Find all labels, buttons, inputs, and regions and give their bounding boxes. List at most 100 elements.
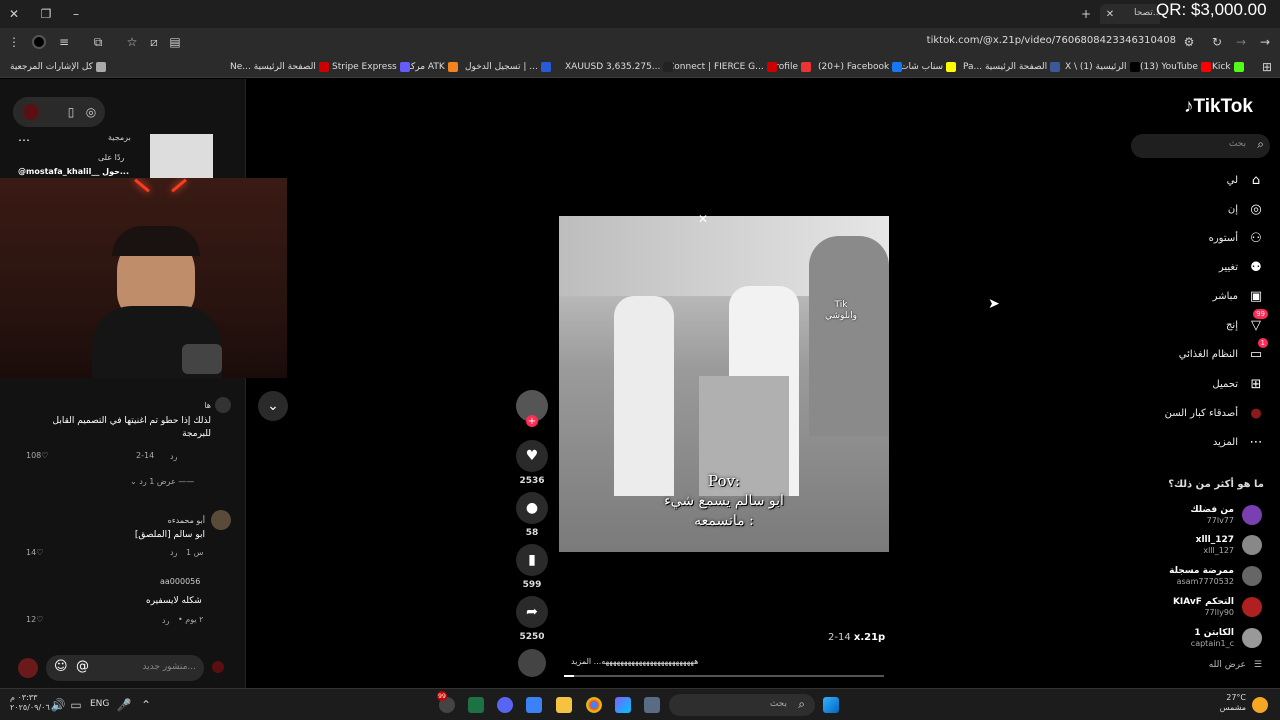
phone-icon[interactable]: ▯ — [63, 104, 79, 120]
cast-icon[interactable]: ▤ — [167, 34, 183, 50]
reply-thumbnail[interactable] — [150, 134, 213, 180]
video-description[interactable]: هههههههههههههههههههههههههه... المزيد — [571, 657, 881, 666]
suggested-account[interactable]: التحكم KIAvF 77lly90 — [1173, 593, 1262, 621]
tiktok-logo[interactable]: ♪TikTok — [1184, 96, 1253, 118]
save-button[interactable]: ▮ — [516, 544, 548, 576]
avatar[interactable] — [215, 397, 231, 413]
menu-dots-icon[interactable]: ⋮ — [6, 34, 22, 50]
avatar[interactable] — [211, 510, 231, 530]
video-author[interactable]: x.21p — [854, 632, 885, 643]
view-replies-link[interactable]: ⌄ عرض 1 رد —— — [130, 477, 194, 486]
comment-input[interactable]: ☺ @ منشور جديد... — [46, 655, 204, 681]
bookmark-item[interactable]: (13) YouTube — [1140, 59, 1211, 75]
sidebar-item-home[interactable]: ⌂ لي — [1227, 172, 1264, 188]
like-count[interactable]: 14♡ — [26, 548, 43, 557]
volume-icon[interactable]: 🔊 — [50, 697, 66, 713]
reload-icon[interactable]: ↻ — [1209, 34, 1225, 50]
bookmark-item[interactable]: كل الإشارات المرجعية — [10, 59, 106, 75]
share-button[interactable]: ➦ — [516, 596, 548, 628]
sidebar-item-message[interactable]: ▭ النظام الغذائي 1 — [1179, 338, 1268, 362]
follow-plus-icon[interactable]: + — [526, 415, 538, 427]
send-button[interactable] — [18, 658, 38, 678]
sidebar-item-upload[interactable]: ⊞ تحميل — [1212, 376, 1264, 392]
video-player[interactable]: Tik وانلوشي Pov: ابو سالم يسمع شيء مانسم… — [559, 216, 889, 552]
comment-user[interactable]: أبو محمدءه — [168, 516, 205, 525]
close-icon[interactable]: ✕ — [698, 212, 708, 226]
compass-icon[interactable]: ◎ — [83, 104, 99, 120]
discord-icon[interactable] — [497, 697, 513, 713]
apps-grid-icon[interactable]: ⊞ — [1260, 59, 1274, 75]
folder-icon[interactable] — [556, 697, 572, 713]
search-input[interactable]: بحث ⌕ — [1131, 134, 1270, 158]
like-count[interactable]: 12♡ — [26, 615, 43, 624]
bookmark-item[interactable]: Kick — [1212, 59, 1244, 75]
bookmark-item[interactable]: سناب شات — [900, 59, 957, 75]
bookmark-item[interactable]: مركز ATK — [406, 59, 458, 75]
sidebar-item-user-plus[interactable]: ⚇ أستوره — [1209, 230, 1264, 246]
chrome-icon[interactable] — [586, 697, 602, 713]
reply-to-user[interactable]: @mostafa_khalil__ حول... — [18, 167, 129, 176]
restore-window-icon[interactable]: ❐ — [38, 6, 54, 22]
sidebar-item-avatar[interactable]: ● أصدقاء كبار السن — [1165, 405, 1264, 421]
user-avatar[interactable] — [212, 661, 224, 673]
bookmark-item[interactable]: (20+) Facebook — [818, 59, 903, 75]
bookmark-item[interactable]: تسجيل الدخول | ... — [465, 59, 551, 75]
taskbar-search[interactable]: ⌕ بحث — [669, 694, 815, 716]
like-button[interactable]: ♥ — [516, 440, 548, 472]
emoji-icon[interactable]: ☺ — [54, 659, 68, 674]
close-tab-icon[interactable]: ✕ — [1103, 6, 1117, 22]
forward-icon[interactable]: → — [1233, 34, 1249, 50]
sidebar-item-live[interactable]: ▣ مباشر — [1213, 288, 1264, 304]
url-field[interactable]: tiktok.com/@x.21p/video/7606808423346310… — [900, 35, 1176, 46]
bookmark-star-icon[interactable]: ☆ — [124, 34, 140, 50]
site-settings-icon[interactable]: ⚙ — [1181, 34, 1197, 50]
reply-link[interactable]: رد — [170, 548, 177, 557]
search-icon[interactable]: ⌕ — [1257, 137, 1264, 152]
profile-avatar[interactable] — [32, 35, 46, 49]
reply-link[interactable]: رد — [162, 616, 169, 625]
store-icon[interactable] — [526, 697, 542, 713]
reply-link[interactable]: رد — [170, 452, 177, 461]
bookmark-item[interactable]: X \ (1) الرئيسية — [1065, 59, 1140, 75]
active-tab[interactable]: ✕ تصحا... — [1100, 4, 1161, 24]
bookmark-item[interactable]: Connect | FIERCE G... — [668, 59, 777, 75]
close-window-icon[interactable]: ✕ — [6, 6, 22, 22]
avatar-icon[interactable] — [23, 104, 39, 120]
see-more-link[interactable]: ☰ عرض الله — [1209, 660, 1262, 670]
bookmark-item[interactable]: Ne... الصفحة الرئيسية — [230, 59, 329, 75]
clock[interactable]: ٠٣:٣٣ م ٢٠٢٥/٠٩/٠٦ — [10, 693, 50, 713]
mention-icon[interactable]: @ — [76, 659, 89, 674]
language-indicator[interactable]: ENG — [90, 699, 109, 709]
music-disc[interactable] — [518, 649, 546, 677]
start-icon[interactable] — [823, 697, 839, 713]
suggested-account[interactable]: الكابتن 1 captain1_c — [1191, 624, 1262, 652]
back-icon[interactable]: → — [1257, 34, 1273, 50]
sidebar-item-compass[interactable]: ◎ إن — [1228, 201, 1264, 217]
minimize-window-icon[interactable]: – — [68, 6, 84, 22]
settings-icon[interactable] — [644, 697, 660, 713]
comment-user[interactable]: aa000056 — [160, 577, 200, 586]
suggested-account[interactable]: ممرضة مسجلة asam7770532 — [1169, 562, 1262, 590]
comment-button[interactable]: ● — [516, 492, 548, 524]
sidebar-item-more[interactable]: ⋯ المزيد — [1213, 434, 1264, 450]
weather-widget[interactable]: 27°C مشمس — [1210, 693, 1246, 713]
network-icon[interactable]: ▭ — [68, 697, 84, 713]
suggested-account[interactable]: xlll_127 xlll_127 — [1196, 531, 1262, 559]
extensions-icon[interactable]: ≡ — [56, 34, 72, 50]
sidebar-item-users[interactable]: ⚉ تغيير — [1219, 259, 1264, 275]
bookmark-item[interactable]: XAUUSD 3,635.275... — [565, 59, 674, 75]
bookmark-item[interactable]: Pa... الصفحة الرئيسية — [963, 59, 1061, 75]
chevron-up-icon[interactable]: ⌃ — [138, 697, 154, 713]
collapse-chevron-icon[interactable]: ⌄ — [258, 391, 288, 421]
share-icon[interactable]: ⧄ — [146, 34, 162, 50]
suggested-account[interactable]: من فضلك 77lv77 — [1190, 501, 1262, 529]
comment-user[interactable]: ها — [204, 401, 211, 410]
sidebar-item-inbox[interactable]: ▽ إنج 99 — [1226, 309, 1268, 333]
new-tab-icon[interactable]: + — [1078, 6, 1094, 22]
puzzle-icon[interactable]: ⧉ — [90, 34, 106, 50]
copilot-icon[interactable] — [615, 697, 631, 713]
bookmark-item[interactable]: Stripe Express — [332, 59, 410, 75]
microphone-icon[interactable]: 🎤 — [116, 697, 132, 713]
excel-icon[interactable] — [468, 697, 484, 713]
more-dots-icon[interactable]: ⋯ — [18, 133, 30, 147]
